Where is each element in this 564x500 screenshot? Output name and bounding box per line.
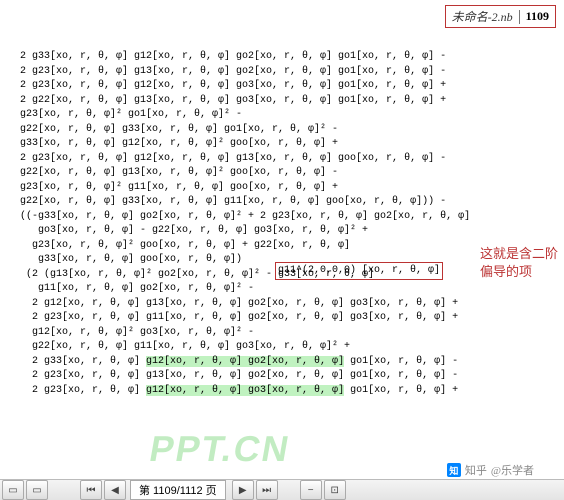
- last-page-button[interactable]: ⏭: [256, 480, 278, 500]
- code-line: 2 g33[xo, r, θ, φ] g12[xo, r, θ, φ] go2[…: [20, 50, 556, 65]
- code-line: g12[xo, r, θ, φ]² go3[xo, r, θ, φ]² -: [20, 326, 556, 341]
- annotation-text: 这就是含二阶 偏导的项: [480, 245, 558, 281]
- boxed-derivative-term: g11^(2,0,0,0) [xo, r, θ, φ]: [275, 262, 443, 280]
- zhihu-site: 知乎: [465, 462, 487, 478]
- annotation-line-2: 偏导的项: [480, 264, 532, 279]
- annotation-line-1: 这就是含二阶: [480, 246, 558, 261]
- code-line: 2 g23[xo, r, θ, φ] g13[xo, r, θ, φ] go2[…: [20, 65, 556, 80]
- prev-page-button[interactable]: ◀: [104, 480, 126, 500]
- next-page-button[interactable]: ▶: [232, 480, 254, 500]
- zoom-fit-button[interactable]: ⊡: [324, 480, 346, 500]
- code-line: 2 g23[xo, r, θ, φ] g12[xo, r, θ, φ] go3[…: [20, 79, 556, 94]
- code-line: 2 g12[xo, r, θ, φ] g13[xo, r, θ, φ] go2[…: [20, 297, 556, 312]
- code-line: g33[xo, r, θ, φ] g12[xo, r, θ, φ]² goo[x…: [20, 137, 556, 152]
- code-line: g22[xo, r, θ, φ] g33[xo, r, θ, φ] go1[xo…: [20, 123, 556, 138]
- zoom-out-button[interactable]: −: [300, 480, 322, 500]
- code-line: 2 g23[xo, r, θ, φ] g12[xo, r, θ, φ] g13[…: [20, 152, 556, 167]
- code-line: 2 g22[xo, r, θ, φ] g13[xo, r, θ, φ] go3[…: [20, 94, 556, 109]
- zhihu-icon: 知: [447, 463, 461, 477]
- header-filename-box: 未命名-2.nb 1109: [445, 5, 556, 28]
- code-line: 2 g23[xo, r, θ, φ] g12[xo, r, θ, φ] go3[…: [20, 384, 556, 399]
- status-bar: ▭ ▭ ⏮ ◀ 第 1109/1112 页 ▶ ⏭ − ⊡: [0, 479, 564, 500]
- code-line: g11[xo, r, θ, φ] go2[xo, r, θ, φ]² -: [20, 282, 556, 297]
- file-title: 未命名-2.nb: [452, 8, 513, 25]
- code-line: ((-g33[xo, r, θ, φ] go2[xo, r, θ, φ]² + …: [20, 210, 556, 225]
- code-line: g23[xo, r, θ, φ]² go1[xo, r, θ, φ]² -: [20, 108, 556, 123]
- code-line: g22[xo, r, θ, φ] g11[xo, r, θ, φ] go3[xo…: [20, 340, 556, 355]
- code-line: g22[xo, r, θ, φ] g13[xo, r, θ, φ]² goo[x…: [20, 166, 556, 181]
- code-line: go3[xo, r, θ, φ] - g22[xo, r, θ, φ] go3[…: [20, 224, 556, 239]
- code-line: g22[xo, r, θ, φ] g33[xo, r, θ, φ] g11[xo…: [20, 195, 556, 210]
- view-mode-button-2[interactable]: ▭: [26, 480, 48, 500]
- zhihu-user: @乐学者: [491, 462, 534, 478]
- page-number-header: 1109: [526, 9, 549, 24]
- code-line: 2 g33[xo, r, θ, φ] g12[xo, r, θ, φ] go2[…: [20, 355, 556, 370]
- view-mode-button-1[interactable]: ▭: [2, 480, 24, 500]
- first-page-button[interactable]: ⏮: [80, 480, 102, 500]
- page-indicator[interactable]: 第 1109/1112 页: [130, 480, 226, 500]
- code-line: 2 g23[xo, r, θ, φ] g11[xo, r, θ, φ] go2[…: [20, 311, 556, 326]
- code-line: g23[xo, r, θ, φ]² g11[xo, r, θ, φ] goo[x…: [20, 181, 556, 196]
- code-line: g23[xo, r, θ, φ]² goo[xo, r, θ, φ] + g22…: [20, 239, 556, 254]
- separator: [519, 10, 520, 24]
- code-line: 2 g23[xo, r, θ, φ] g13[xo, r, θ, φ] go2[…: [20, 369, 556, 384]
- zhihu-attribution: 知 知乎 @乐学者: [447, 462, 534, 478]
